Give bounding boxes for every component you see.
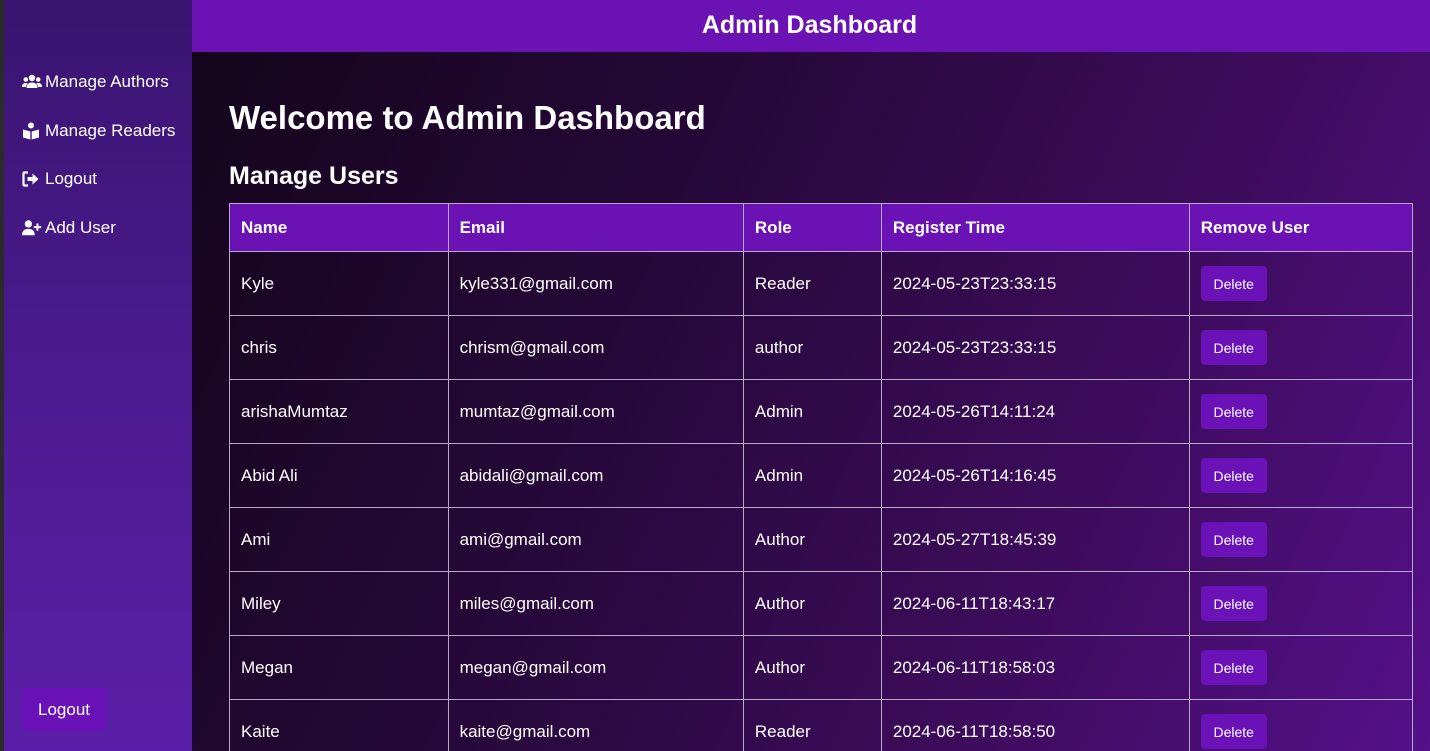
delete-button[interactable]: Delete xyxy=(1200,586,1267,621)
cell-remove-user: Delete xyxy=(1188,315,1414,380)
logout-button[interactable]: Logout xyxy=(22,688,106,731)
cell-role: Author xyxy=(742,635,882,700)
users-icon xyxy=(22,73,42,91)
table-row: Megan megan@gmail.com Author 2024-06-11T… xyxy=(229,635,1414,700)
sidebar-item-label: Manage Authors xyxy=(45,72,169,91)
sign-out-icon xyxy=(22,170,42,188)
sidebar: Manage Authors Manage Readers Logout Add… xyxy=(4,0,192,751)
cell-name: Megan xyxy=(229,635,449,700)
cell-register-time: 2024-06-11T18:58:50 xyxy=(880,699,1190,751)
sidebar-item-label: Logout xyxy=(45,169,97,188)
cell-email: chrism@gmail.com xyxy=(447,315,744,380)
column-header-register-time: Register Time xyxy=(880,203,1190,252)
delete-button[interactable]: Delete xyxy=(1200,714,1267,749)
cell-remove-user: Delete xyxy=(1188,699,1414,751)
cell-register-time: 2024-05-23T23:33:15 xyxy=(880,251,1190,316)
cell-remove-user: Delete xyxy=(1188,379,1414,444)
page-title: Welcome to Admin Dashboard xyxy=(229,99,706,136)
column-header-email: Email xyxy=(447,203,744,252)
table-row: Miley miles@gmail.com Author 2024-06-11T… xyxy=(229,571,1414,636)
cell-name: Kaite xyxy=(229,699,449,751)
delete-button[interactable]: Delete xyxy=(1200,394,1267,429)
cell-register-time: 2024-05-27T18:45:39 xyxy=(880,507,1190,572)
cell-register-time: 2024-05-23T23:33:15 xyxy=(880,315,1190,380)
cell-role: Reader xyxy=(742,699,882,751)
user-plus-icon xyxy=(22,219,42,237)
book-reader-icon xyxy=(22,122,42,140)
cell-email: mumtaz@gmail.com xyxy=(447,379,744,444)
cell-name: arishaMumtaz xyxy=(229,379,449,444)
sidebar-item-label: Manage Readers xyxy=(45,120,176,140)
column-header-role: Role xyxy=(742,203,882,252)
cell-remove-user: Delete xyxy=(1188,571,1414,636)
delete-button[interactable]: Delete xyxy=(1200,650,1267,685)
users-table: Name Email Role Register Time Remove Use… xyxy=(229,203,1414,751)
table-row: Ami ami@gmail.com Author 2024-05-27T18:4… xyxy=(229,507,1414,572)
sidebar-item-manage-authors[interactable]: Manage Authors xyxy=(22,68,175,96)
section-title: Manage Users xyxy=(229,162,399,190)
table-header-row: Name Email Role Register Time Remove Use… xyxy=(229,203,1414,252)
cell-name: Ami xyxy=(229,507,449,572)
delete-button[interactable]: Delete xyxy=(1200,266,1267,301)
cell-remove-user: Delete xyxy=(1188,635,1414,700)
table-row: chris chrism@gmail.com author 2024-05-23… xyxy=(229,315,1414,380)
cell-name: Miley xyxy=(229,571,449,636)
app-window: Manage Authors Manage Readers Logout Add… xyxy=(0,0,1430,751)
sidebar-nav: Manage Authors Manage Readers Logout Add… xyxy=(22,68,175,262)
cell-role: author xyxy=(742,315,882,380)
cell-register-time: 2024-06-11T18:58:03 xyxy=(880,635,1190,700)
cell-role: Author xyxy=(742,507,882,572)
main-content: Welcome to Admin Dashboard Manage Users … xyxy=(192,52,1430,751)
cell-name: chris xyxy=(229,315,449,380)
cell-remove-user: Delete xyxy=(1188,507,1414,572)
cell-email: ami@gmail.com xyxy=(447,507,744,572)
table-row: Kaite kaite@gmail.com Reader 2024-06-11T… xyxy=(229,699,1414,751)
column-header-remove-user: Remove User xyxy=(1188,203,1414,252)
cell-remove-user: Delete xyxy=(1188,443,1414,508)
cell-email: megan@gmail.com xyxy=(447,635,744,700)
table-row: arishaMumtaz mumtaz@gmail.com Admin 2024… xyxy=(229,379,1414,444)
cell-register-time: 2024-06-11T18:43:17 xyxy=(880,571,1190,636)
cell-role: Admin xyxy=(742,379,882,444)
cell-remove-user: Delete xyxy=(1188,251,1414,316)
app-title: Admin Dashboard xyxy=(701,10,918,39)
sidebar-item-manage-readers[interactable]: Manage Readers xyxy=(22,117,175,145)
top-bar: Admin Dashboard xyxy=(192,0,1430,52)
cell-role: Reader xyxy=(742,251,882,316)
delete-button[interactable]: Delete xyxy=(1200,458,1267,493)
cell-name: Abid Ali xyxy=(229,443,449,508)
column-header-name: Name xyxy=(229,203,449,252)
cell-email: kaite@gmail.com xyxy=(447,699,744,751)
table-row: Abid Ali abidali@gmail.com Admin 2024-05… xyxy=(229,443,1414,508)
delete-button[interactable]: Delete xyxy=(1200,522,1267,557)
cell-email: miles@gmail.com xyxy=(447,571,744,636)
sidebar-item-label: Add User xyxy=(45,217,116,237)
sidebar-item-logout[interactable]: Logout xyxy=(22,165,175,193)
table-row: Kyle kyle331@gmail.com Reader 2024-05-23… xyxy=(229,251,1414,316)
cell-email: kyle331@gmail.com xyxy=(447,251,744,316)
sidebar-item-add-user[interactable]: Add User xyxy=(22,214,175,242)
delete-button[interactable]: Delete xyxy=(1200,330,1267,365)
cell-register-time: 2024-05-26T14:16:45 xyxy=(880,443,1190,508)
cell-name: Kyle xyxy=(229,251,449,316)
cell-register-time: 2024-05-26T14:11:24 xyxy=(880,379,1190,444)
cell-role: Author xyxy=(742,571,882,636)
cell-role: Admin xyxy=(742,443,882,508)
cell-email: abidali@gmail.com xyxy=(447,443,744,508)
